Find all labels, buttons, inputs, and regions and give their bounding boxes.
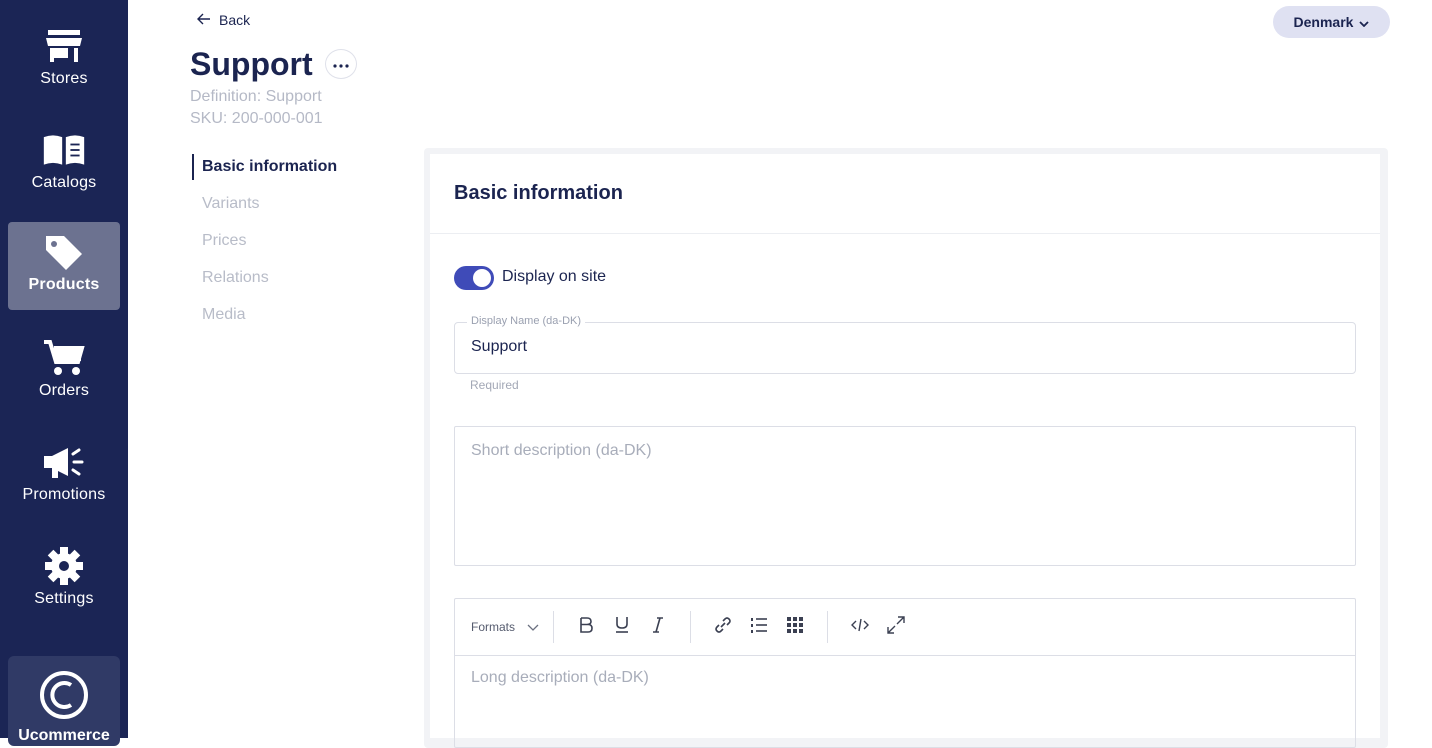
divider (430, 233, 1380, 234)
numbered-list-icon (750, 617, 768, 638)
formats-dropdown[interactable]: Formats (471, 620, 539, 634)
sidebar-item-label: Stores (40, 70, 88, 87)
section-nav-prices[interactable]: Prices (202, 232, 246, 250)
section-nav-variants[interactable]: Variants (202, 195, 260, 213)
sidebar-item-label: Promotions (22, 486, 106, 503)
country-selector[interactable]: Denmark (1273, 6, 1390, 38)
sidebar-item-orders[interactable]: Orders (8, 328, 120, 416)
more-horizontal-icon (333, 55, 349, 73)
basic-information-card: Basic information Display on site Displa… (430, 154, 1380, 748)
long-description-placeholder: Long description (da-DK) (471, 669, 649, 686)
chevron-down-icon (1359, 14, 1370, 30)
underline-button[interactable] (604, 609, 640, 645)
italic-button[interactable] (640, 609, 676, 645)
back-link[interactable]: Back (197, 12, 250, 28)
display-name-input[interactable]: Support (471, 338, 1331, 356)
expand-icon (887, 615, 905, 639)
sidebar-item-label: Settings (34, 590, 94, 607)
ucommerce-logo-icon (39, 670, 89, 725)
section-nav-media[interactable]: Media (202, 306, 246, 324)
toolbar-separator (553, 611, 555, 643)
more-options-button[interactable] (325, 49, 357, 79)
link-button[interactable] (705, 609, 741, 645)
definition-text: Definition: Support (190, 88, 322, 105)
arrow-left-icon (197, 12, 211, 28)
toggle-knob (473, 269, 491, 287)
long-description-editor[interactable]: Formats Long description (da-DK) (454, 598, 1356, 748)
gear-icon (42, 546, 86, 586)
cart-icon (42, 338, 86, 378)
table-button[interactable] (777, 609, 813, 645)
display-name-field[interactable]: Display Name (da-DK) Support (454, 315, 1356, 374)
sidebar-item-products[interactable]: Products (8, 222, 120, 310)
toolbar-separator (690, 611, 692, 643)
sidebar-item-label: Products (28, 276, 100, 293)
store-icon (42, 26, 86, 66)
megaphone-icon (42, 442, 86, 482)
section-nav-relations[interactable]: Relations (202, 269, 269, 287)
link-icon (714, 616, 732, 639)
display-name-label: Display Name (da-DK) (467, 315, 586, 327)
tag-icon (42, 232, 86, 272)
chevron-down-icon (527, 620, 539, 634)
sidebar-item-settings[interactable]: Settings (8, 536, 120, 624)
sidebar-item-catalogs[interactable]: Catalogs (8, 120, 120, 208)
sku-text: SKU: 200-000-001 (190, 110, 323, 127)
active-indicator (192, 154, 194, 180)
bold-icon (579, 616, 593, 638)
sidebar-item-label: Orders (38, 382, 90, 399)
code-icon (851, 618, 870, 637)
page-title: Support (190, 46, 313, 82)
sidebar-item-stores[interactable]: Stores (8, 16, 120, 104)
brand-logo[interactable]: Ucommerce (8, 656, 120, 746)
editor-toolbar: Formats (455, 599, 1355, 656)
formats-label: Formats (471, 620, 516, 634)
underline-icon (615, 616, 629, 638)
card-title: Basic information (454, 182, 623, 204)
toggle-label: Display on site (502, 268, 607, 285)
short-description-placeholder: Short description (da-DK) (471, 442, 652, 459)
sidebar-item-promotions[interactable]: Promotions (8, 432, 120, 520)
short-description-textarea[interactable]: Short description (da-DK) (454, 426, 1356, 566)
toolbar-separator (827, 611, 829, 643)
back-label: Back (219, 12, 251, 28)
table-grid-icon (787, 616, 804, 638)
numbered-list-button[interactable] (741, 609, 777, 645)
display-on-site-toggle[interactable] (454, 266, 494, 290)
italic-icon (652, 616, 664, 638)
sidebar: Stores Catalogs Products Orders Promotio… (0, 0, 128, 746)
country-label: Denmark (1293, 14, 1354, 30)
sidebar-item-label: Catalogs (31, 174, 97, 191)
bold-button[interactable] (568, 609, 604, 645)
book-icon (42, 130, 86, 170)
fullscreen-button[interactable] (878, 609, 914, 645)
source-code-button[interactable] (842, 609, 878, 645)
required-helper-text: Required (470, 378, 519, 392)
section-nav-basic-information[interactable]: Basic information (202, 158, 337, 176)
brand-label: Ucommerce (18, 727, 110, 744)
